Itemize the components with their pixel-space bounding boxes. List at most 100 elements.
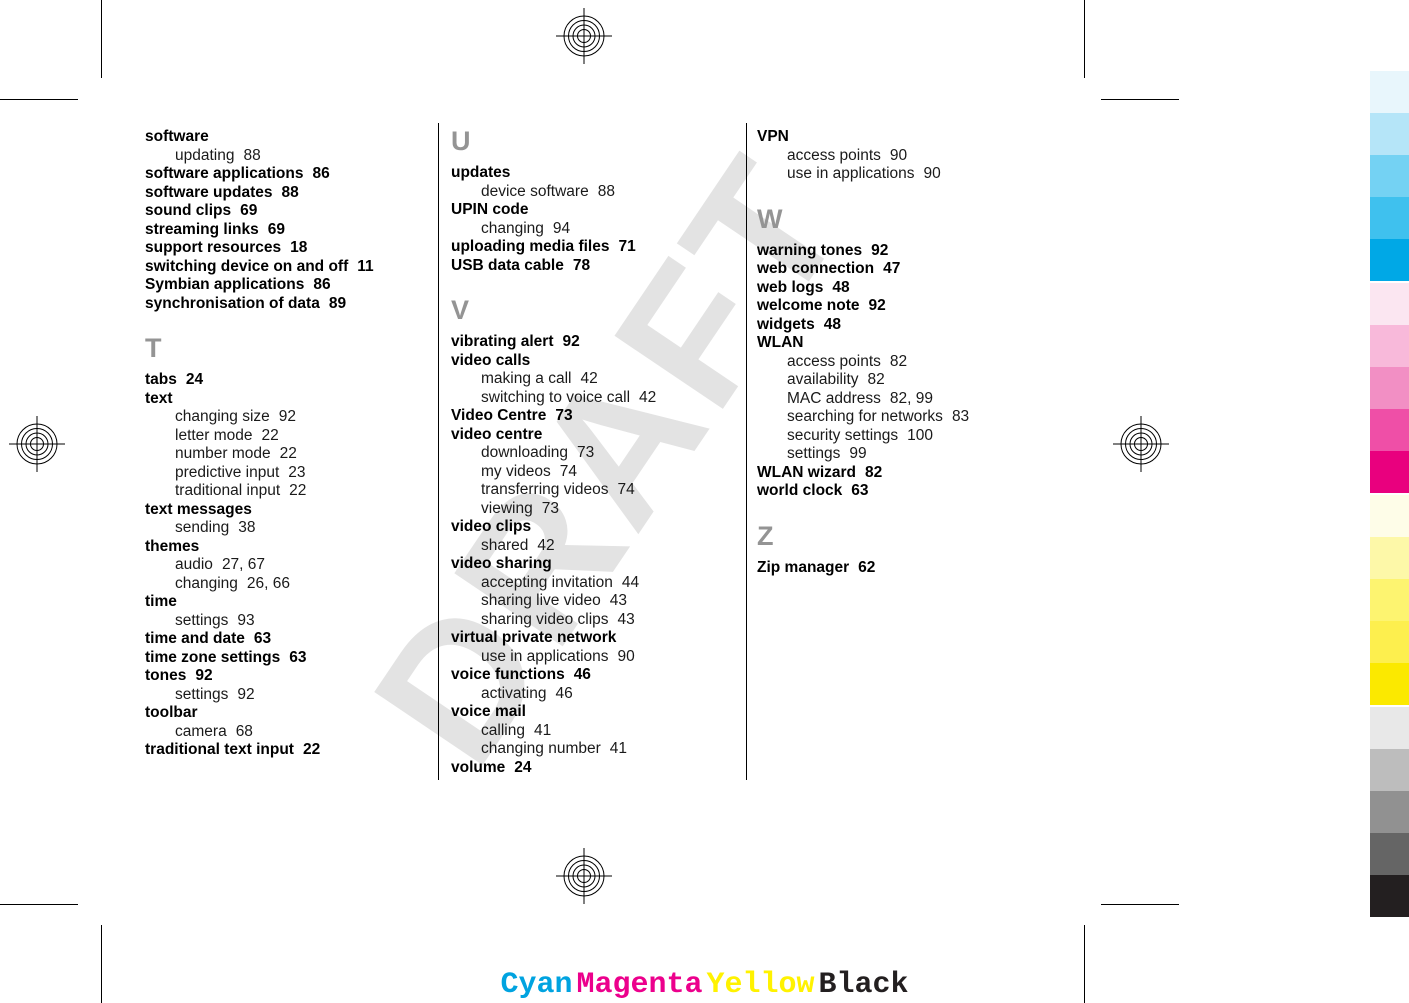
index-entry-pages: 89 xyxy=(328,294,347,312)
index-entry: voice mail xyxy=(451,703,739,722)
index-entry: welcome note 92 xyxy=(757,297,1045,316)
index-subentry-pages: 43 xyxy=(617,610,635,628)
yellow-bar-swatch-4 xyxy=(1370,621,1409,663)
index-entry-term: VPN xyxy=(757,128,789,145)
index-subentry: downloading 73 xyxy=(451,444,739,463)
column-1: software updating 88 software applications 8… xyxy=(145,128,433,777)
black-bar-swatch-1 xyxy=(1370,707,1409,749)
index-subentry-pages: 22 xyxy=(261,426,279,444)
index-subentry: sharing live video 43 xyxy=(451,592,739,611)
index-subentry-pages: 46 xyxy=(555,684,573,702)
index-subentry-pages: 41 xyxy=(609,740,628,757)
index-entry-pages: 71 xyxy=(618,238,636,255)
magenta-bar xyxy=(1370,283,1409,493)
index-subentry: MAC address 82, 99 xyxy=(757,390,1045,409)
index-entry: video clips xyxy=(451,518,739,537)
index-subentry-pages: 90 xyxy=(889,146,908,164)
index-entry-term: time and date xyxy=(145,630,245,647)
index-subentry: calling 41 xyxy=(451,722,739,741)
index-subentry: device software 88 xyxy=(451,183,739,202)
index-entry-term: UPIN code xyxy=(451,201,529,218)
index-entry: switching device on and off 11 xyxy=(145,258,433,277)
index-subentry: changing size 92 xyxy=(145,408,433,427)
cyan-bar-swatch-3 xyxy=(1370,155,1409,197)
index-entry: time zone settings 63 xyxy=(145,649,433,668)
index-entry-term: video calls xyxy=(451,351,531,369)
index-subentry-pages: 22 xyxy=(289,482,307,499)
index-subentry: my videos 74 xyxy=(451,463,739,482)
index-subentry-term: downloading xyxy=(481,444,569,461)
index-entry: themes xyxy=(145,538,433,557)
index-entry-term: sound clips xyxy=(145,202,232,219)
index-entry-term: software applications xyxy=(145,165,304,182)
index-entry: VPN xyxy=(757,128,1045,147)
color-calibration-bars xyxy=(1370,0,1409,1003)
black-bar-swatch-4 xyxy=(1370,833,1409,875)
index-subentry-term: calling xyxy=(481,721,525,739)
index-subentry-term: changing number xyxy=(481,740,601,757)
index-entry: software xyxy=(145,128,433,147)
index-subentry-pages: 26, 66 xyxy=(246,574,291,592)
index-subentry-term: traditional input xyxy=(175,482,281,499)
index-subentry: changing number 41 xyxy=(451,740,739,759)
index-subentry: predictive input 23 xyxy=(145,464,433,483)
cyan-bar-swatch-2 xyxy=(1370,113,1409,155)
index-entry-pages: 46 xyxy=(573,666,591,683)
index-entry-term: vibrating alert xyxy=(451,333,554,350)
index-entry-term: uploading media files xyxy=(451,238,610,255)
index-subentry-pages: 92 xyxy=(237,685,255,703)
index-subentry-term: changing size xyxy=(175,408,270,425)
black-bar-swatch-2 xyxy=(1370,749,1409,791)
index-entry-pages: 73 xyxy=(555,407,573,424)
index-subentry-term: updating xyxy=(175,146,235,164)
black-bar-swatch-3 xyxy=(1370,791,1409,833)
index-subentry-term: accepting invitation xyxy=(481,573,613,591)
index-subentry-term: changing xyxy=(175,574,238,592)
index-subentry: viewing 73 xyxy=(451,500,739,519)
index-subentry-pages: 99 xyxy=(849,445,867,462)
index-subentry: camera 68 xyxy=(145,723,433,742)
index-entry-pages: 82 xyxy=(865,463,883,481)
index-entry-term: software updates xyxy=(145,183,273,201)
magenta-bar-swatch-1 xyxy=(1370,283,1409,325)
column-3: VPN access points 90 use in applications 90 W… xyxy=(757,128,1045,777)
index-entry-term: toolbar xyxy=(145,704,198,721)
index-subentry: sharing video clips 43 xyxy=(451,611,739,630)
index-subentry: shared 42 xyxy=(451,537,739,556)
index-entry-pages: 69 xyxy=(267,220,285,238)
index-subentry-pages: 74 xyxy=(559,462,578,480)
index-entry-pages: 22 xyxy=(302,741,321,758)
index-entry: USB data cable 78 xyxy=(451,257,739,276)
index-entry-term: themes xyxy=(145,537,200,555)
index-subentry: transferring videos 74 xyxy=(451,481,739,500)
index-subentry-pages: 74 xyxy=(617,481,635,498)
index-entry-term: traditional text input xyxy=(145,741,294,758)
index-entry-term: voice functions xyxy=(451,666,565,683)
column-2: Uupdates device software 88 UPIN code changi… xyxy=(451,128,739,777)
index-entry-term: time zone settings xyxy=(145,648,281,666)
index-subentry-pages: 93 xyxy=(237,611,255,629)
index-subentry-pages: 88 xyxy=(597,182,615,200)
index-subentry-term: camera xyxy=(175,722,227,740)
index-subentry-term: device software xyxy=(481,182,589,200)
index-entry: time xyxy=(145,593,433,612)
index-subentry: settings 99 xyxy=(757,445,1045,464)
index-entry-term: Video Centre xyxy=(451,407,547,424)
index-subentry: changing 26, 66 xyxy=(145,575,433,594)
index-entry-pages: 88 xyxy=(281,183,299,201)
yellow-bar xyxy=(1370,495,1409,705)
index-subentry-pages: 100 xyxy=(907,426,934,444)
index-subentry-pages: 41 xyxy=(533,721,552,739)
index-subentry-term: predictive input xyxy=(175,463,280,481)
index-subentry-term: settings xyxy=(175,685,229,703)
index-entry-pages: 24 xyxy=(185,371,204,388)
index-entry-term: web connection xyxy=(757,260,875,277)
index-subentry-pages: 68 xyxy=(235,722,253,740)
letter-heading-v: V xyxy=(451,295,470,325)
index-entry-term: Symbian applications xyxy=(145,276,305,293)
index-subentry: traditional input 22 xyxy=(145,482,433,501)
index-subentry: switching to voice call 42 xyxy=(451,389,739,408)
index-subentry: use in applications 90 xyxy=(451,648,739,667)
black-bar xyxy=(1370,707,1409,917)
index-entry-term: support resources xyxy=(145,239,282,256)
